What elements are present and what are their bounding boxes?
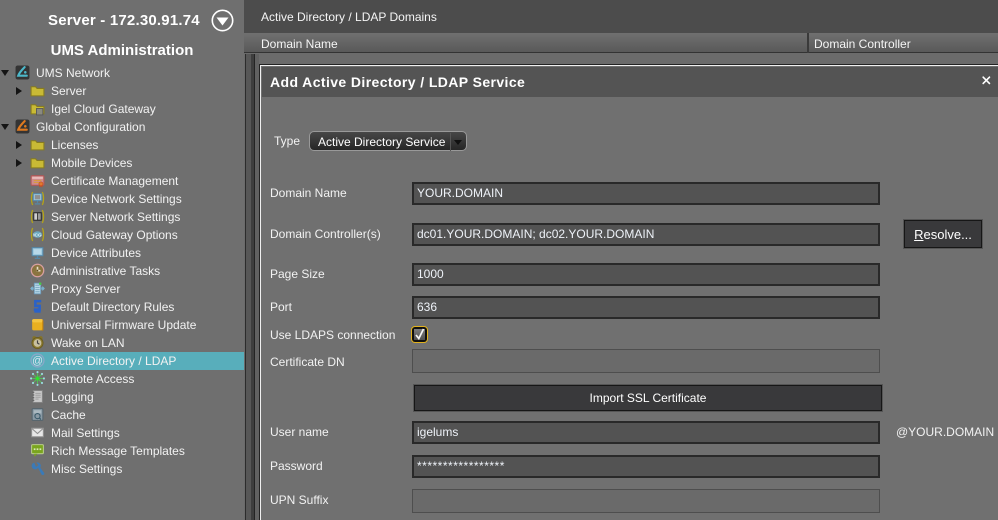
svg-text:ICG: ICG [33, 232, 42, 238]
svg-text:@: @ [32, 355, 43, 367]
